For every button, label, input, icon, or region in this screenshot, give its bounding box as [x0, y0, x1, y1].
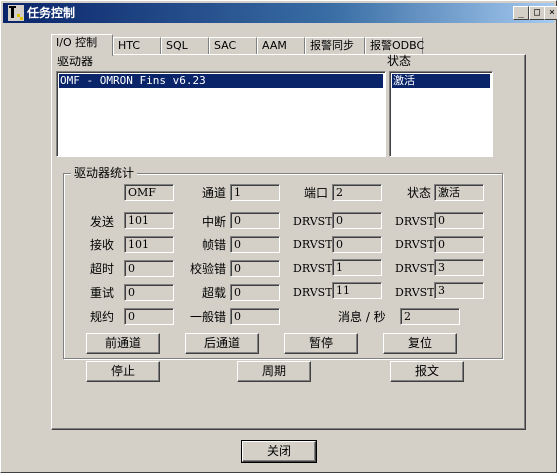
- tab-io-control[interactable]: I/O 控制: [51, 34, 113, 56]
- channel-label: 通道: [202, 186, 227, 200]
- general-error-label: 一般错: [190, 310, 227, 324]
- timeout-field: 0: [124, 260, 174, 277]
- tab-sql[interactable]: SQL: [161, 37, 209, 55]
- frame-error-label: 帧错: [202, 238, 227, 252]
- period-button[interactable]: 周期: [237, 361, 311, 382]
- recv-field: 101: [124, 236, 174, 253]
- maximize-button[interactable]: □: [529, 6, 545, 20]
- general-error-field: 0: [230, 308, 280, 325]
- minimize-button[interactable]: _: [513, 6, 529, 20]
- tab-sac[interactable]: SAC: [209, 37, 257, 55]
- close-button[interactable]: 关闭: [241, 440, 317, 463]
- pause-button[interactable]: 暂停: [284, 333, 358, 354]
- drvsta-field: 0: [332, 212, 382, 229]
- drvstd-field: 11: [332, 282, 382, 299]
- protocol-field: 0: [124, 308, 174, 325]
- drvste-field: 0: [434, 212, 484, 229]
- port-label: 端口: [304, 186, 329, 200]
- app-icon: [8, 5, 24, 21]
- interrupt-field: 0: [230, 212, 280, 229]
- tab-alarm-sync[interactable]: 报警同步: [305, 37, 365, 55]
- drvsth-field: 3: [434, 282, 484, 299]
- send-field: 101: [124, 212, 174, 229]
- title-bar[interactable]: 任务控制 _ □ ×: [3, 3, 557, 23]
- status-label: 状态: [387, 54, 412, 68]
- frame-error-field: 0: [230, 236, 280, 253]
- checksum-error-field: 0: [230, 260, 280, 277]
- protocol-label: 规约: [90, 310, 115, 324]
- retry-field: 0: [124, 284, 174, 301]
- stats-status-label: 状态: [407, 186, 432, 200]
- stop-button[interactable]: 停止: [86, 361, 160, 382]
- driver-list[interactable]: OMF - OMRON Fins v6.23: [56, 71, 386, 157]
- channel-field: 1: [230, 184, 280, 201]
- port-field: 2: [332, 184, 382, 201]
- close-window-button[interactable]: ×: [544, 6, 557, 20]
- tab-htc[interactable]: HTC: [113, 37, 161, 55]
- checksum-error-label: 校验错: [190, 262, 227, 276]
- messages-per-second-field: 2: [400, 308, 460, 325]
- reset-button[interactable]: 复位: [383, 333, 457, 354]
- retry-label: 重试: [90, 286, 115, 300]
- driver-stats-title: 驱动器统计: [71, 165, 138, 181]
- interrupt-label: 中断: [202, 215, 227, 229]
- status-list[interactable]: 激活: [389, 71, 493, 157]
- timeout-label: 超时: [90, 262, 115, 276]
- task-control-window: 任务控制 _ □ × I/O 控制 HTC SQL SAC AAM 报警同步 报…: [0, 0, 557, 473]
- overload-label: 超载: [202, 286, 227, 300]
- recv-label: 接收: [90, 238, 115, 252]
- driver-list-item[interactable]: OMF - OMRON Fins v6.23: [59, 74, 383, 88]
- prev-channel-button[interactable]: 前通道: [86, 333, 160, 354]
- window-title: 任务控制: [27, 6, 76, 20]
- overload-field: 0: [230, 284, 280, 301]
- driver-code-field: OMF: [124, 184, 174, 201]
- report-button[interactable]: 报文: [390, 361, 464, 382]
- tab-aam[interactable]: AAM: [257, 37, 305, 55]
- status-list-item[interactable]: 激活: [392, 74, 490, 88]
- drvstc-field: 1: [332, 259, 382, 276]
- drvstf-field: 0: [434, 236, 484, 253]
- drvstg-field: 3: [434, 259, 484, 276]
- next-channel-button[interactable]: 后通道: [185, 333, 259, 354]
- drvstb-field: 0: [332, 236, 382, 253]
- send-label: 发送: [90, 215, 115, 229]
- messages-per-second-label: 消息 / 秒: [338, 310, 386, 324]
- stats-status-field: 激活: [434, 184, 484, 201]
